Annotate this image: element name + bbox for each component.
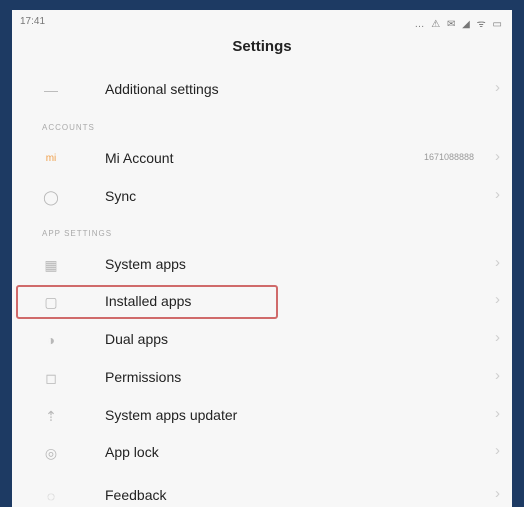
settings-item-installed-apps[interactable]: ▢ Installed apps › xyxy=(12,284,512,320)
status-bar: 17:41 … ⚠ ✉ ◢ ᯤ ▭ xyxy=(12,10,512,34)
settings-item-label: Dual apps xyxy=(105,331,169,347)
settings-item-system-apps[interactable]: ▦ System apps › xyxy=(12,247,512,283)
chevron-right-icon: › xyxy=(495,254,500,271)
chevron-right-icon: › xyxy=(495,329,500,346)
settings-item-permissions[interactable]: ◻ Permissions › xyxy=(12,360,512,396)
settings-item-label: Feedback xyxy=(105,487,167,503)
status-icons: … ⚠ ✉ ◢ ᯤ ▭ xyxy=(414,19,504,30)
installed-apps-icon: ▢ xyxy=(44,294,58,310)
status-time: 17:41 xyxy=(20,16,46,27)
chevron-right-icon: › xyxy=(495,186,500,203)
chevron-right-icon: › xyxy=(495,291,500,308)
chevron-right-icon: › xyxy=(495,442,500,459)
settings-item-label: System apps xyxy=(105,256,186,272)
chevron-right-icon: › xyxy=(495,148,500,165)
settings-item-additional[interactable]: — Additional settings › xyxy=(12,72,512,108)
sync-icon: ◯ xyxy=(43,189,59,205)
page-title: Settings xyxy=(232,38,292,55)
account-number: 1671088888 xyxy=(423,152,474,162)
settings-item-label: Mi Account xyxy=(105,150,174,166)
settings-item-dual-apps[interactable]: ◑ Dual apps › xyxy=(12,322,512,358)
settings-item-label: Sync xyxy=(105,188,137,204)
system-apps-icon: ▦ xyxy=(44,257,58,273)
settings-item-label: System apps updater xyxy=(105,407,238,423)
dual-apps-icon: ◑ xyxy=(46,332,56,348)
dots-icon: — xyxy=(44,82,58,98)
feedback-icon: ◌ xyxy=(46,488,56,504)
mi-icon: mi xyxy=(45,153,57,164)
settings-item-label: App lock xyxy=(105,444,159,460)
chevron-right-icon: › xyxy=(495,405,500,422)
updater-icon: ⇡ xyxy=(45,408,57,424)
settings-item-system-apps-updater[interactable]: ⇡ System apps updater › xyxy=(12,398,512,434)
settings-item-sync[interactable]: ◯ Sync › xyxy=(12,179,512,215)
phone-screen: 17:41 … ⚠ ✉ ◢ ᯤ ▭ Settings — Additional … xyxy=(12,10,512,507)
settings-item-label: Permissions xyxy=(105,369,182,385)
section-header-accounts: ACCOUNTS xyxy=(42,123,95,132)
settings-item-feedback[interactable]: ◌ Feedback › xyxy=(12,478,512,507)
chevron-right-icon: › xyxy=(495,79,500,96)
settings-item-label: Additional settings xyxy=(105,81,219,97)
chevron-right-icon: › xyxy=(495,367,500,384)
settings-item-mi-account[interactable]: mi Mi Account 1671088888 › xyxy=(12,141,512,177)
settings-item-app-lock[interactable]: ◎ App lock › xyxy=(12,435,512,471)
chevron-right-icon: › xyxy=(495,485,500,502)
section-header-app-settings: APP SETTINGS xyxy=(42,229,113,238)
settings-item-label: Installed apps xyxy=(105,293,192,309)
permissions-icon: ◻ xyxy=(45,370,57,386)
lock-icon: ◎ xyxy=(44,445,58,461)
